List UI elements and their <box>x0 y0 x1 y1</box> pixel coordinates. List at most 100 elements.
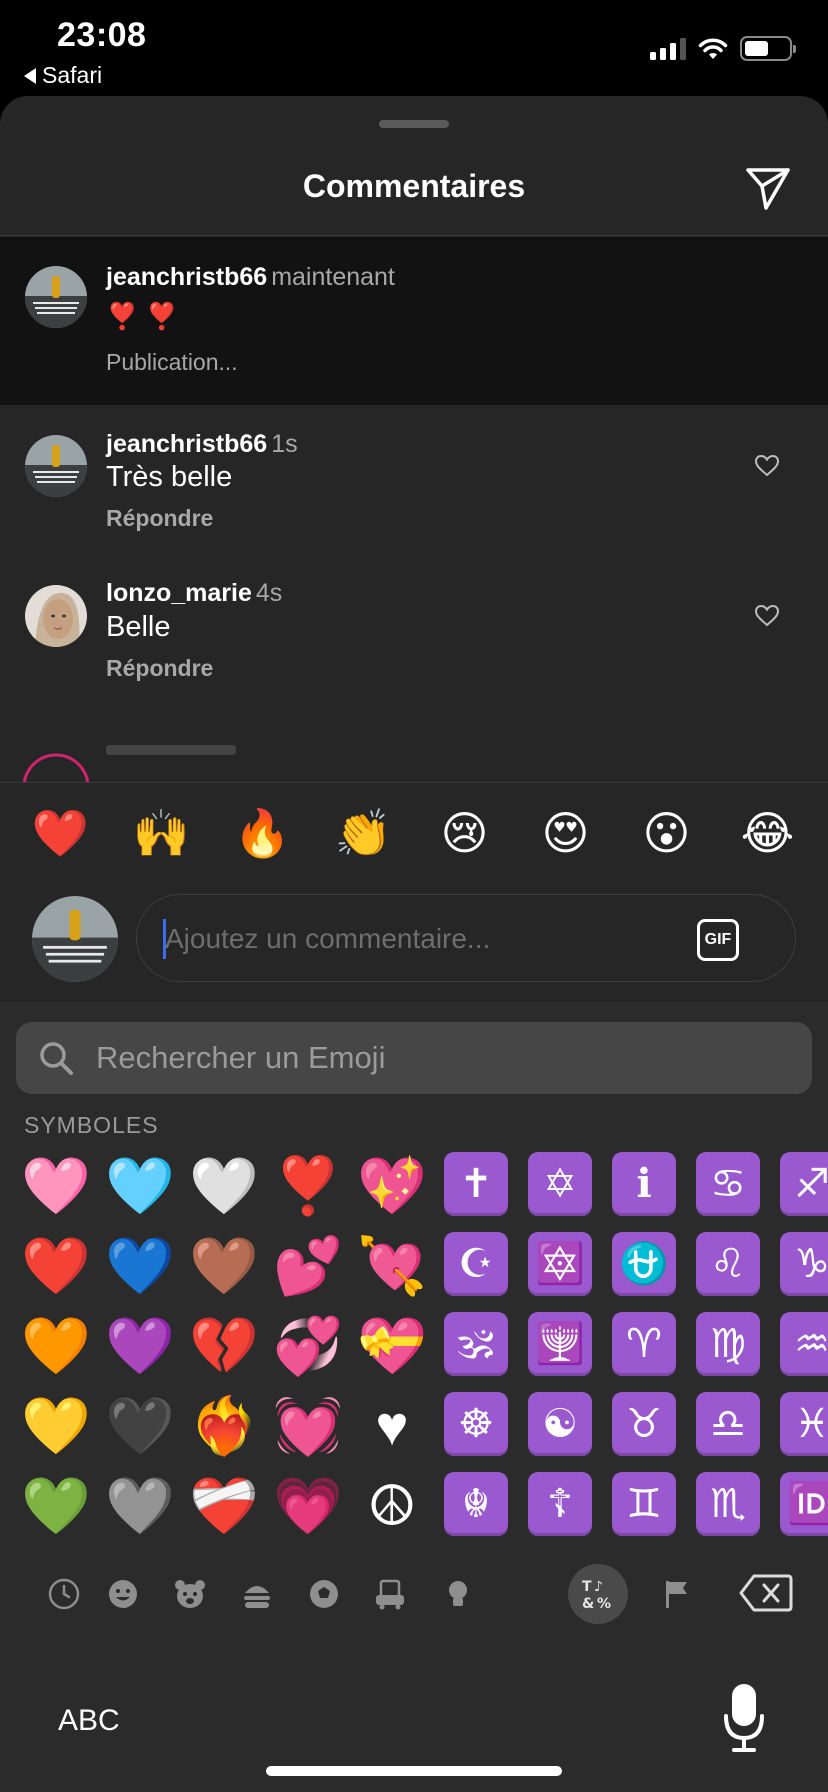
reaction-heart[interactable]: ❤️ <box>26 810 96 856</box>
emoji-key[interactable]: ♥ <box>350 1386 434 1466</box>
emoji-key[interactable]: ☪ <box>434 1226 518 1306</box>
emoji-key[interactable]: 💖 <box>350 1146 434 1226</box>
emoji-key[interactable]: ♍ <box>686 1306 770 1386</box>
objects-lightbulb-icon[interactable] <box>430 1566 486 1622</box>
emoji-key[interactable]: 💙 <box>98 1226 182 1306</box>
emoji-key[interactable]: 💛 <box>14 1386 98 1466</box>
emoji-key[interactable]: 🆔 <box>770 1466 828 1536</box>
symbol-tile: ♊ <box>612 1472 676 1536</box>
emoji-key[interactable]: 💘 <box>350 1226 434 1306</box>
emoji-key[interactable]: 🕎 <box>518 1306 602 1386</box>
delete-backspace-icon[interactable] <box>738 1572 794 1614</box>
emoji-key[interactable]: ☯ <box>518 1386 602 1466</box>
flags-icon[interactable] <box>648 1566 704 1622</box>
emoji-key[interactable]: ♑ <box>770 1226 828 1306</box>
emoji-key[interactable]: 🩵 <box>98 1146 182 1226</box>
emoji-key[interactable]: 💕 <box>266 1226 350 1306</box>
emoji-key[interactable]: 🤍 <box>182 1146 266 1226</box>
emoji-key[interactable]: 🤎 <box>182 1226 266 1306</box>
emoji-key[interactable]: 🔯 <box>518 1226 602 1306</box>
emoji-key[interactable]: ✝ <box>434 1146 518 1226</box>
emoji-key[interactable]: ♒ <box>770 1306 828 1386</box>
reaction-laughing[interactable]: 😂 <box>733 810 803 856</box>
emoji-key[interactable]: 🩷 <box>14 1146 98 1226</box>
food-icon[interactable] <box>229 1566 285 1622</box>
emoji-search-field[interactable]: Rechercher un Emoji <box>16 1022 812 1094</box>
avatar[interactable] <box>25 435 87 497</box>
comment-input[interactable]: Ajoutez un commentaire... GIF <box>136 894 796 982</box>
emoji-key[interactable]: 💔 <box>182 1306 266 1386</box>
animals-icon[interactable] <box>162 1566 218 1622</box>
emoji-key[interactable]: ♏ <box>686 1466 770 1536</box>
emoji-key[interactable]: ♊ <box>602 1466 686 1536</box>
username[interactable]: jeanchristb66 <box>106 430 267 458</box>
avatar[interactable] <box>25 585 87 647</box>
emoji-key[interactable]: ☬ <box>434 1466 518 1536</box>
username[interactable]: jeanchristb66 <box>106 263 267 291</box>
emoji-key[interactable]: ♋ <box>686 1146 770 1226</box>
reaction-fire[interactable]: 🔥 <box>228 810 298 856</box>
heart-icon[interactable] <box>754 603 780 629</box>
abc-keyboard-switch[interactable]: ABC <box>58 1704 120 1738</box>
emoji-key[interactable]: ♈ <box>602 1306 686 1386</box>
symbol-tile: ✡ <box>528 1152 592 1216</box>
emoji-key[interactable]: 💜 <box>98 1306 182 1386</box>
reaction-crying[interactable]: 😢 <box>430 810 500 856</box>
battery-icon <box>740 36 796 61</box>
svg-text:T: T <box>582 1579 592 1595</box>
symbol-tile: 🔯 <box>528 1232 592 1296</box>
symbol-tile: ℹ <box>612 1152 676 1216</box>
heart-icon[interactable] <box>754 453 780 479</box>
symbol-tile: ☪ <box>444 1232 508 1296</box>
emoji-key[interactable]: 🩶 <box>98 1466 182 1536</box>
emoji-key[interactable]: ❤️ <box>14 1226 98 1306</box>
reply-button[interactable]: Répondre <box>106 655 213 682</box>
back-triangle-icon <box>24 67 36 84</box>
emoji-key[interactable]: ❤️‍🩹 <box>182 1466 266 1536</box>
back-to-app-link[interactable]: Safari <box>24 62 102 89</box>
emoji-key[interactable]: ☮ <box>350 1466 434 1536</box>
emoji-key[interactable]: 💗 <box>266 1466 350 1536</box>
microphone-icon[interactable] <box>722 1682 766 1754</box>
username[interactable]: lonzo_marie <box>106 579 252 607</box>
emoji-key[interactable]: ☦ <box>518 1466 602 1536</box>
emoji-key[interactable]: 💚 <box>14 1466 98 1536</box>
activity-icon[interactable] <box>296 1566 352 1622</box>
emoji-key[interactable]: 💝 <box>350 1306 434 1386</box>
story-ring-avatar[interactable] <box>20 747 100 782</box>
emoji-key[interactable]: ♐ <box>770 1146 828 1226</box>
reaction-raised-hands[interactable]: 🙌 <box>127 810 197 856</box>
emoji-key[interactable]: ℹ <box>602 1146 686 1226</box>
emoji-key[interactable]: ❣️ <box>266 1146 350 1226</box>
reaction-heart-eyes[interactable]: 😍 <box>531 810 601 856</box>
smileys-icon[interactable] <box>95 1566 151 1622</box>
sheet-grabber[interactable] <box>379 120 449 128</box>
emoji-key[interactable]: ✡ <box>518 1146 602 1226</box>
reaction-clap[interactable]: 👏 <box>329 810 399 856</box>
reply-button[interactable]: Répondre <box>106 505 213 532</box>
emoji-key[interactable]: ❤️‍🔥 <box>182 1386 266 1466</box>
emoji-key[interactable]: ⛎ <box>602 1226 686 1306</box>
emoji-key[interactable]: 🕉 <box>434 1306 518 1386</box>
emoji-key[interactable]: 🧡 <box>14 1306 98 1386</box>
emoji-key[interactable]: 🖤 <box>98 1386 182 1466</box>
recent-clock-icon[interactable] <box>36 1566 92 1622</box>
emoji-key[interactable]: ☸ <box>434 1386 518 1466</box>
emoji-key[interactable]: 💓 <box>266 1386 350 1466</box>
emoji-key[interactable]: ♉ <box>602 1386 686 1466</box>
caption-subtext[interactable]: Publication... <box>106 349 238 376</box>
reaction-wow[interactable]: 😮 <box>632 810 702 856</box>
send-icon[interactable] <box>742 162 794 214</box>
emoji-key[interactable]: ♎ <box>686 1386 770 1466</box>
comment-list[interactable]: jeanchristb66 maintenant ❣️ ❣️ Publicatio… <box>0 237 828 782</box>
emoji-key[interactable]: ♌ <box>686 1226 770 1306</box>
avatar[interactable] <box>25 266 87 328</box>
back-app-label: Safari <box>42 62 103 88</box>
emoji-key[interactable]: ♓ <box>770 1386 828 1466</box>
gif-button[interactable]: GIF <box>697 919 739 961</box>
emoji-key[interactable]: 💞 <box>266 1306 350 1386</box>
travel-icon[interactable] <box>362 1566 418 1622</box>
status-bar: 23:08 Safari <box>0 0 828 96</box>
symbols-category-tab[interactable]: T ♪ & % <box>568 1564 628 1624</box>
symbol-tile: ♏ <box>696 1472 760 1536</box>
